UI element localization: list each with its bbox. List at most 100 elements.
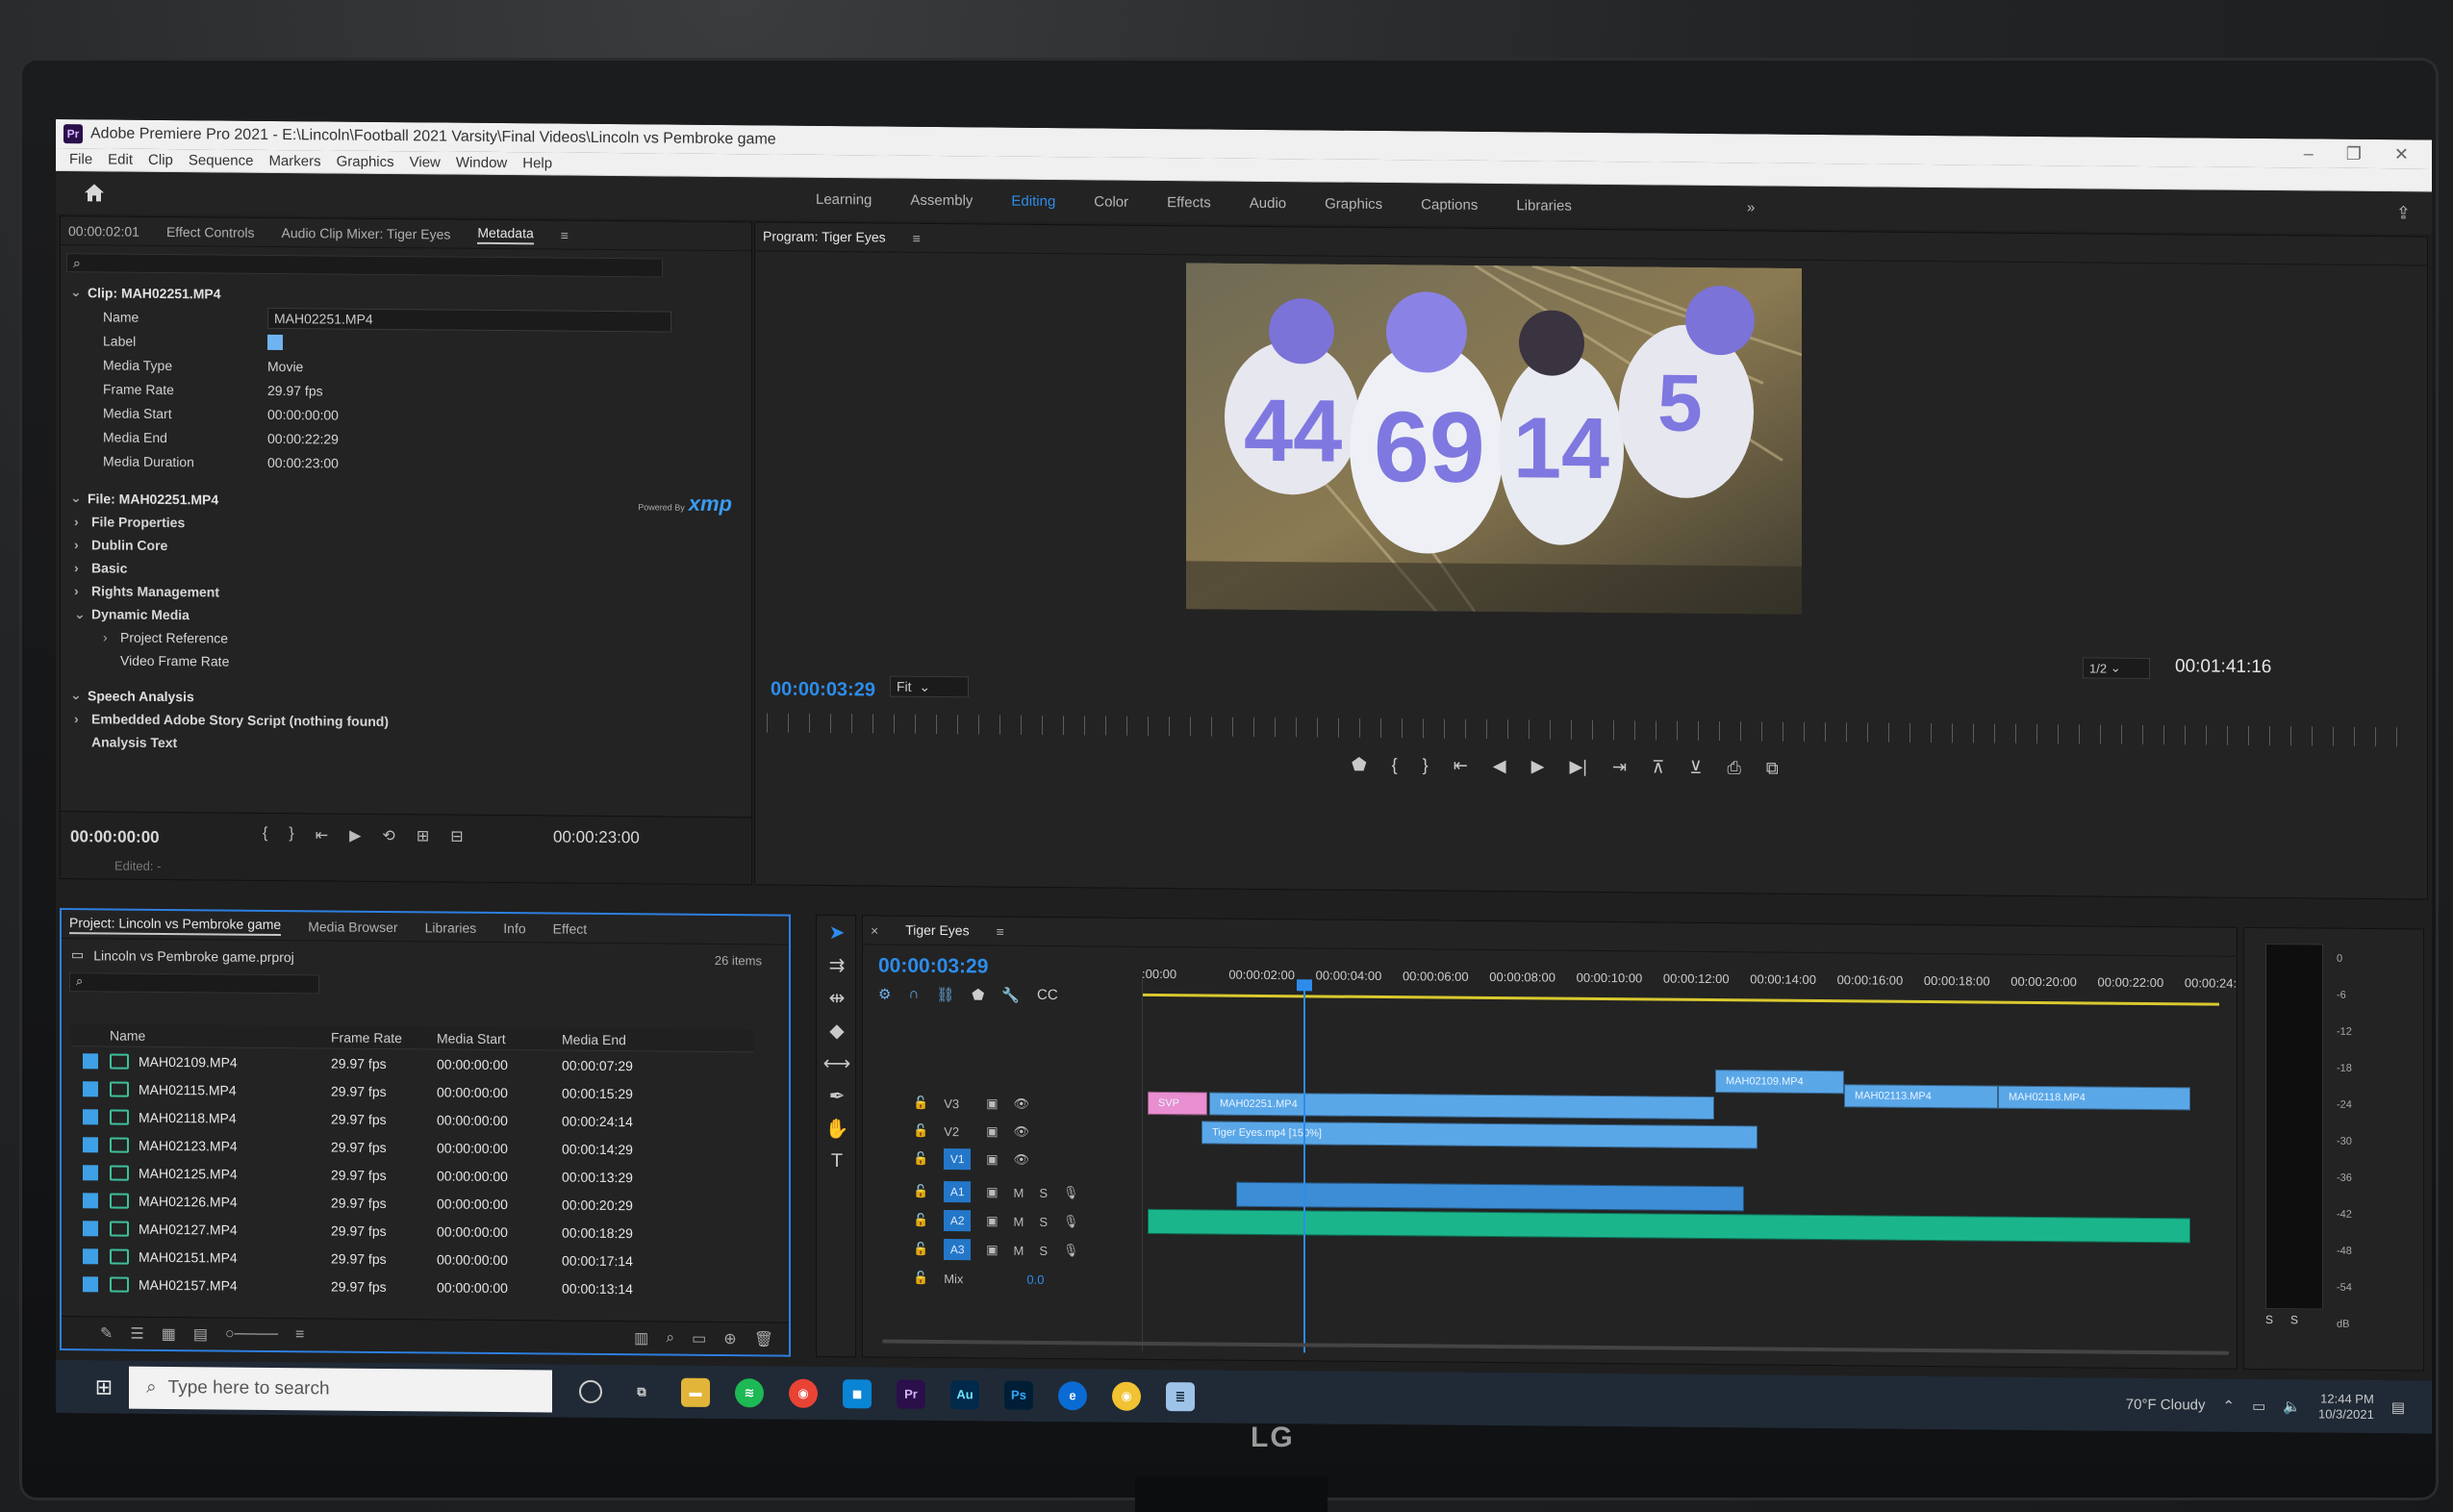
lock-icon[interactable]: 🔓 bbox=[913, 1213, 928, 1228]
notepad-icon[interactable]: ≣ bbox=[1166, 1381, 1195, 1411]
eye-icon[interactable]: 👁 bbox=[1013, 1096, 1029, 1112]
clip-a1-audio[interactable] bbox=[1236, 1181, 1744, 1212]
workspace-audio[interactable]: Audio bbox=[1230, 194, 1305, 212]
eye-icon[interactable]: 👁 bbox=[1013, 1152, 1029, 1168]
tab-effects[interactable]: Effect bbox=[553, 920, 588, 936]
play-icon[interactable]: ▶ bbox=[1531, 756, 1545, 776]
mark-out-icon[interactable]: } bbox=[289, 825, 293, 844]
clip-v2-svp[interactable]: SVP bbox=[1148, 1091, 1207, 1116]
menu-help[interactable]: Help bbox=[522, 155, 552, 171]
nest-icon[interactable]: ⚙ bbox=[878, 985, 891, 1002]
network-icon[interactable]: ▭ bbox=[2252, 1397, 2265, 1414]
program-time-ruler[interactable] bbox=[767, 713, 2412, 747]
slip-tool-icon[interactable]: ⟷ bbox=[817, 1046, 856, 1079]
loop-icon[interactable]: ⟲ bbox=[382, 826, 394, 845]
row-label-swatch[interactable] bbox=[71, 1192, 110, 1208]
mic-icon[interactable]: 🎙 bbox=[1063, 1185, 1079, 1200]
workspace-editing[interactable]: Editing bbox=[992, 192, 1075, 210]
razor-tool-icon[interactable]: ◆ bbox=[817, 1014, 856, 1046]
lock-icon[interactable]: 🔓 bbox=[913, 1242, 928, 1257]
col-media-end[interactable]: Media End bbox=[562, 1031, 668, 1047]
panel-menu-icon[interactable]: ≡ bbox=[913, 230, 921, 245]
add-marker-icon[interactable]: ⬟ bbox=[1352, 755, 1367, 775]
step-forward-icon[interactable]: ▶| bbox=[1569, 757, 1587, 777]
sort-icon[interactable]: ≡ bbox=[295, 1326, 304, 1344]
workspace-libraries[interactable]: Libraries bbox=[1497, 197, 1591, 214]
workspace-effects[interactable]: Effects bbox=[1148, 193, 1230, 211]
track-label-v2[interactable]: V2 bbox=[944, 1124, 971, 1139]
col-media-start[interactable]: Media Start bbox=[437, 1030, 562, 1046]
solo-icon[interactable]: S bbox=[1039, 1185, 1048, 1199]
find-icon[interactable]: ⌕ bbox=[666, 1329, 674, 1347]
step-back-icon[interactable]: ◀ bbox=[1493, 756, 1506, 776]
timeline-scrollbar[interactable] bbox=[882, 1339, 2229, 1355]
lift-icon[interactable]: ⊼ bbox=[1652, 757, 1664, 777]
chrome-profile-icon[interactable]: ◉ bbox=[1112, 1381, 1141, 1411]
selection-tool-icon[interactable]: ➤ bbox=[817, 916, 856, 948]
clip-v2-mah02251[interactable]: MAH02251.MP4 bbox=[1209, 1092, 1714, 1121]
type-tool-icon[interactable]: T bbox=[817, 1145, 856, 1177]
pencil-icon[interactable]: ✎ bbox=[100, 1323, 113, 1343]
workspace-color[interactable]: Color bbox=[1075, 193, 1148, 211]
lock-icon[interactable]: 🔓 bbox=[913, 1151, 928, 1167]
menu-edit[interactable]: Edit bbox=[108, 151, 133, 167]
automate-icon[interactable]: ▥ bbox=[634, 1328, 648, 1348]
photoshop-icon[interactable]: Ps bbox=[1004, 1380, 1033, 1410]
premiere-pro-icon[interactable]: Pr bbox=[897, 1379, 925, 1409]
captions-icon[interactable]: CC bbox=[1037, 987, 1058, 1004]
row-label-swatch[interactable] bbox=[71, 1220, 110, 1236]
new-bin-icon[interactable]: ▭ bbox=[692, 1328, 706, 1348]
eye-icon[interactable]: 👁 bbox=[1013, 1124, 1029, 1140]
new-item-icon[interactable]: ⊕ bbox=[723, 1329, 736, 1348]
row-label-swatch[interactable] bbox=[71, 1247, 110, 1264]
row-label-swatch[interactable] bbox=[71, 1108, 110, 1124]
mark-in-icon[interactable]: { bbox=[1392, 755, 1398, 775]
mark-in-icon[interactable]: { bbox=[263, 825, 267, 844]
label-color-swatch[interactable] bbox=[267, 334, 283, 350]
mic-icon[interactable]: 🎙 bbox=[1063, 1214, 1079, 1229]
sync-lock-icon[interactable]: ▣ bbox=[986, 1242, 998, 1257]
name-field[interactable]: MAH02251.MP4 bbox=[267, 307, 671, 333]
home-icon[interactable] bbox=[75, 178, 114, 207]
maximize-button[interactable]: ❐ bbox=[2346, 143, 2362, 164]
snap-magnet-icon[interactable]: ∩ bbox=[908, 986, 919, 1003]
close-button[interactable]: ✕ bbox=[2394, 144, 2409, 164]
clip-v3-mah02109[interactable]: MAH02109.MP4 bbox=[1715, 1070, 1844, 1095]
volume-icon[interactable]: 🔈 bbox=[2283, 1398, 2301, 1415]
spotify-icon[interactable]: ≋ bbox=[735, 1377, 764, 1407]
mute-icon[interactable]: M bbox=[1013, 1185, 1024, 1199]
menu-sequence[interactable]: Sequence bbox=[189, 152, 254, 169]
timeline-timecode[interactable]: 00:00:03:29 bbox=[878, 954, 988, 978]
go-to-out-icon[interactable]: ⇥ bbox=[1612, 757, 1627, 777]
workspace-learning[interactable]: Learning bbox=[797, 190, 891, 208]
mix-value[interactable]: 0.0 bbox=[1026, 1272, 1044, 1286]
linked-selection-icon[interactable]: ⛓ bbox=[936, 986, 954, 1003]
track-label-a2[interactable]: A2 bbox=[944, 1210, 972, 1232]
play-icon[interactable]: ▶ bbox=[349, 826, 361, 845]
track-label-a3[interactable]: A3 bbox=[944, 1239, 972, 1261]
notifications-icon[interactable]: ▤ bbox=[2391, 1399, 2405, 1416]
overwrite-icon[interactable]: ⊟ bbox=[450, 827, 463, 846]
zoom-slider[interactable]: ○──── bbox=[225, 1325, 278, 1343]
menu-view[interactable]: View bbox=[410, 154, 441, 170]
program-timecode[interactable]: 00:00:03:29 bbox=[771, 678, 875, 701]
minimize-button[interactable]: – bbox=[2304, 143, 2314, 164]
hand-tool-icon[interactable]: ✋ bbox=[817, 1112, 856, 1145]
cortana-icon[interactable] bbox=[579, 1379, 602, 1403]
metadata-search-input[interactable]: ⌕ bbox=[66, 253, 663, 278]
go-to-in-icon[interactable]: ⇤ bbox=[316, 825, 328, 844]
insert-icon[interactable]: ⊞ bbox=[417, 826, 429, 845]
windows-start-icon[interactable]: ⊞ bbox=[85, 1368, 123, 1406]
lock-icon[interactable]: 🔓 bbox=[913, 1123, 928, 1139]
menu-window[interactable]: Window bbox=[456, 155, 507, 171]
add-marker-icon[interactable]: ⬟ bbox=[972, 986, 984, 1003]
program-title[interactable]: Program: Tiger Eyes bbox=[763, 228, 886, 246]
file-explorer-icon[interactable]: ▬ bbox=[681, 1377, 710, 1407]
tab-audio-clip-mixer[interactable]: Audio Clip Mixer: Tiger Eyes bbox=[282, 225, 451, 242]
solo-left-button[interactable]: S bbox=[2265, 1313, 2273, 1326]
mute-icon[interactable]: M bbox=[1013, 1214, 1024, 1228]
export-frame-camera-icon[interactable]: ⎙ bbox=[1727, 758, 1740, 778]
close-tab-icon[interactable]: × bbox=[871, 922, 878, 938]
menu-file[interactable]: File bbox=[69, 151, 92, 167]
chrome-icon[interactable]: ◉ bbox=[789, 1378, 818, 1408]
